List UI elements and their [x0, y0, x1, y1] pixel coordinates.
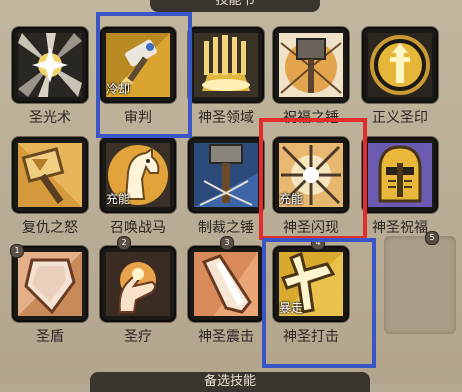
skill-name: 圣疗	[124, 329, 152, 345]
skill-name: 复仇之怒	[22, 220, 78, 236]
skill-name: 圣盾	[36, 329, 64, 345]
holy-blessing-helmet-icon	[362, 137, 438, 213]
holy-shock-icon	[188, 246, 264, 322]
skill-name: 祝福之锤	[283, 110, 339, 126]
skill-slot-blessing-hammer[interactable]: 祝福之锤	[273, 27, 349, 126]
skill-slot-judgement[interactable]: 冷却 审判	[100, 27, 176, 126]
skill-name: 圣光术	[29, 110, 71, 126]
slot-number-badge: 1	[10, 244, 24, 258]
skill-name: 制裁之锤	[198, 220, 254, 236]
skill-slot-holy-flash[interactable]: 充能 神圣闪现	[273, 137, 349, 236]
skill-name: 召唤战马	[110, 220, 166, 236]
blessing-hammer-icon	[273, 27, 349, 103]
skill-slot-summon-warhorse[interactable]: 充能 召唤战马	[100, 137, 176, 236]
skill-slot-hammer-of-justice[interactable]: 制裁之锤	[188, 137, 264, 236]
alt-skill-slot-holy-strike[interactable]: 4 暴走 神圣打击	[273, 236, 349, 345]
alt-skill-slot-holy-shock[interactable]: 3 神圣震击	[188, 236, 264, 345]
state-tag: 充能	[279, 192, 304, 206]
skill-slot-avenging-wrath[interactable]: 复仇之怒	[12, 137, 88, 236]
alternate-skills-title: 备选技能	[90, 372, 370, 392]
holy-domain-crown-icon	[188, 27, 264, 103]
state-tag: 暴走	[279, 301, 304, 315]
holy-shield-icon	[12, 246, 88, 322]
skill-book-title: 技能书	[150, 0, 320, 12]
skill-slot-holy-domain[interactable]: 神圣领域	[188, 27, 264, 126]
lay-on-hands-icon	[100, 246, 176, 322]
avenging-wrath-hammer-icon	[12, 137, 88, 213]
hammer-of-justice-icon	[188, 137, 264, 213]
slot-number-badge: 3	[220, 236, 234, 250]
slot-number-badge: 2	[117, 236, 131, 250]
skill-slot-righteous-seal[interactable]: 正义圣印	[362, 27, 438, 126]
holy-light-burst-icon	[12, 27, 88, 103]
skill-name: 审判	[124, 110, 152, 126]
alt-skill-slot-holy-shield[interactable]: 1 圣盾	[10, 244, 88, 345]
skill-name: 正义圣印	[372, 110, 428, 126]
righteous-seal-icon	[362, 27, 438, 103]
skill-slot-holy-blessing[interactable]: 神圣祝福	[362, 137, 438, 236]
skill-name: 神圣领域	[198, 110, 254, 126]
state-tag: 冷却	[106, 82, 131, 96]
slot-number-badge: 4	[311, 236, 325, 250]
slot-number-badge: 5	[425, 231, 439, 245]
alt-skill-slot-lay-on-hands[interactable]: 2 圣疗	[100, 236, 176, 345]
skill-name: 神圣震击	[198, 329, 254, 345]
empty-skill-slot[interactable]	[384, 236, 456, 334]
skill-name: 神圣闪现	[283, 220, 339, 236]
skill-name: 神圣打击	[283, 329, 339, 345]
skill-slot-holy-light[interactable]: 圣光术	[12, 27, 88, 126]
state-tag: 充能	[106, 192, 131, 206]
